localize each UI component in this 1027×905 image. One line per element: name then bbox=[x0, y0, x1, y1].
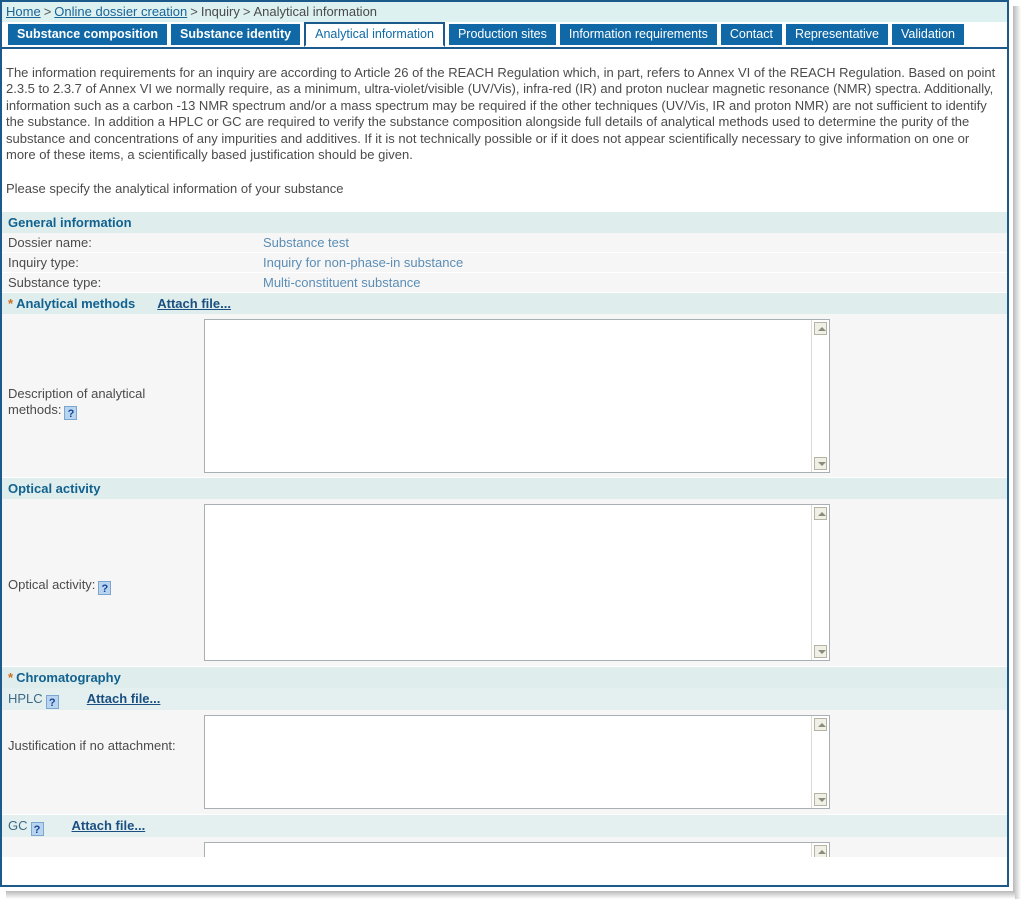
section-title: Optical activity bbox=[8, 481, 101, 497]
inquiry-type-label: Inquiry type: bbox=[8, 255, 79, 271]
tab-bar: Substance composition Substance identity A… bbox=[2, 22, 1007, 49]
required-marker: * bbox=[8, 296, 14, 312]
field-row-gc-justification bbox=[2, 837, 1007, 859]
scroll-up-button[interactable] bbox=[813, 321, 828, 337]
breadcrumb-item-current: Analytical information bbox=[253, 4, 378, 19]
chevron-up-icon bbox=[818, 850, 826, 855]
scrollbar-vertical[interactable] bbox=[811, 843, 829, 858]
scrollbar-vertical[interactable] bbox=[811, 716, 829, 809]
scroll-up-button[interactable] bbox=[813, 844, 828, 858]
hplc-label: HPLC bbox=[8, 691, 43, 707]
substance-type-value: Multi-constituent substance bbox=[263, 275, 421, 291]
tab-substance-identity[interactable]: Substance identity bbox=[171, 24, 301, 45]
field-row-hplc-justification: Justification if no attachment: bbox=[2, 710, 1007, 816]
section-header-optical-activity: Optical activity bbox=[2, 478, 1007, 500]
chevron-up-icon bbox=[818, 327, 826, 332]
tab-representative[interactable]: Representative bbox=[785, 24, 889, 45]
help-icon[interactable]: ? bbox=[45, 695, 59, 710]
breadcrumb-item-inquiry: Inquiry bbox=[200, 4, 240, 19]
section-title: Analytical methods bbox=[16, 296, 136, 312]
description-of-analytical-methods-textarea[interactable] bbox=[204, 319, 830, 474]
tab-contact[interactable]: Contact bbox=[720, 24, 782, 45]
gc-justification-textarea[interactable] bbox=[204, 842, 830, 858]
breadcrumb-separator: > bbox=[190, 4, 198, 19]
tab-information-requirements[interactable]: Information requirements bbox=[559, 24, 717, 45]
help-icon[interactable]: ? bbox=[30, 822, 44, 837]
section-header-general-information: General information bbox=[2, 212, 1007, 234]
section-title: Chromatography bbox=[16, 670, 121, 686]
chevron-up-icon bbox=[818, 512, 826, 517]
chevron-up-icon bbox=[818, 723, 826, 728]
intro-instruction: Please specify the analytical informatio… bbox=[6, 181, 344, 197]
table-row-dossier-name: Dossier name: Substance test bbox=[2, 233, 1007, 254]
subsection-header-gc: GC? Attach file... bbox=[2, 815, 1007, 838]
attach-file-link-hplc[interactable]: Attach file... bbox=[87, 691, 161, 706]
window-shadow-right bbox=[1013, 6, 1021, 899]
dossier-name-label: Dossier name: bbox=[8, 235, 92, 251]
section-header-analytical-methods: * Analytical methods Attach file... bbox=[2, 293, 1007, 315]
scroll-down-button[interactable] bbox=[813, 456, 828, 472]
dossier-name-value: Substance test bbox=[263, 235, 349, 251]
subsection-header-hplc: HPLC? Attach file... bbox=[2, 688, 1007, 711]
page-frame: Home > Online dossier creation > Inquiry > Ana… bbox=[0, 0, 1009, 887]
optical-activity-textarea[interactable] bbox=[204, 504, 830, 662]
breadcrumb: Home > Online dossier creation > Inquiry > Ana… bbox=[2, 2, 1007, 22]
chevron-down-icon bbox=[818, 462, 826, 467]
chevron-down-icon bbox=[818, 650, 826, 655]
tab-analytical-information[interactable]: Analytical information bbox=[304, 22, 445, 47]
breadcrumb-separator: > bbox=[242, 4, 251, 19]
help-icon[interactable]: ? bbox=[98, 581, 112, 596]
hplc-justification-textarea[interactable] bbox=[204, 715, 830, 810]
scroll-down-button[interactable] bbox=[813, 644, 828, 660]
tab-production-sites[interactable]: Production sites bbox=[448, 24, 556, 45]
hplc-justification-label: Justification if no attachment: bbox=[8, 738, 176, 754]
scrollbar-vertical[interactable] bbox=[811, 505, 829, 661]
description-of-analytical-methods-label: Description of analytical methods:? bbox=[8, 386, 193, 421]
attach-file-link-gc[interactable]: Attach file... bbox=[72, 818, 146, 833]
chevron-down-icon bbox=[818, 798, 826, 803]
required-marker: * bbox=[8, 670, 14, 686]
window-shadow-bottom bbox=[6, 891, 1015, 899]
tab-validation[interactable]: Validation bbox=[892, 24, 964, 45]
scroll-up-button[interactable] bbox=[813, 506, 828, 522]
field-label-text: Optical activity: bbox=[8, 577, 96, 593]
table-row-substance-type: Substance type: Multi-constituent substa… bbox=[2, 273, 1007, 294]
breadcrumb-link-online-dossier-creation[interactable]: Online dossier creation bbox=[54, 4, 187, 19]
attach-file-link-analytical-methods[interactable]: Attach file... bbox=[157, 296, 231, 311]
optical-activity-label: Optical activity:? bbox=[8, 577, 193, 596]
intro-paragraph: The information requirements for an inqu… bbox=[6, 65, 996, 163]
help-icon[interactable]: ? bbox=[64, 406, 78, 421]
section-title: General information bbox=[8, 215, 132, 231]
table-row-inquiry-type: Inquiry type: Inquiry for non-phase-in s… bbox=[2, 253, 1007, 274]
section-header-chromatography: * Chromatography bbox=[2, 667, 1007, 689]
field-row-optical-activity: Optical activity:? bbox=[2, 499, 1007, 668]
scrollbar-vertical[interactable] bbox=[811, 320, 829, 473]
scroll-up-button[interactable] bbox=[813, 717, 828, 733]
field-row-description-of-analytical-methods: Description of analytical methods:? bbox=[2, 314, 1007, 479]
tab-substance-composition[interactable]: Substance composition bbox=[8, 24, 167, 45]
substance-type-label: Substance type: bbox=[8, 275, 102, 291]
gc-label: GC bbox=[8, 818, 28, 834]
scroll-down-button[interactable] bbox=[813, 792, 828, 808]
inquiry-type-value: Inquiry for non-phase-in substance bbox=[263, 255, 464, 271]
breadcrumb-separator: > bbox=[43, 4, 52, 19]
breadcrumb-link-home[interactable]: Home bbox=[6, 4, 41, 19]
form-area: General information Dossier name: Substa… bbox=[2, 212, 1007, 859]
